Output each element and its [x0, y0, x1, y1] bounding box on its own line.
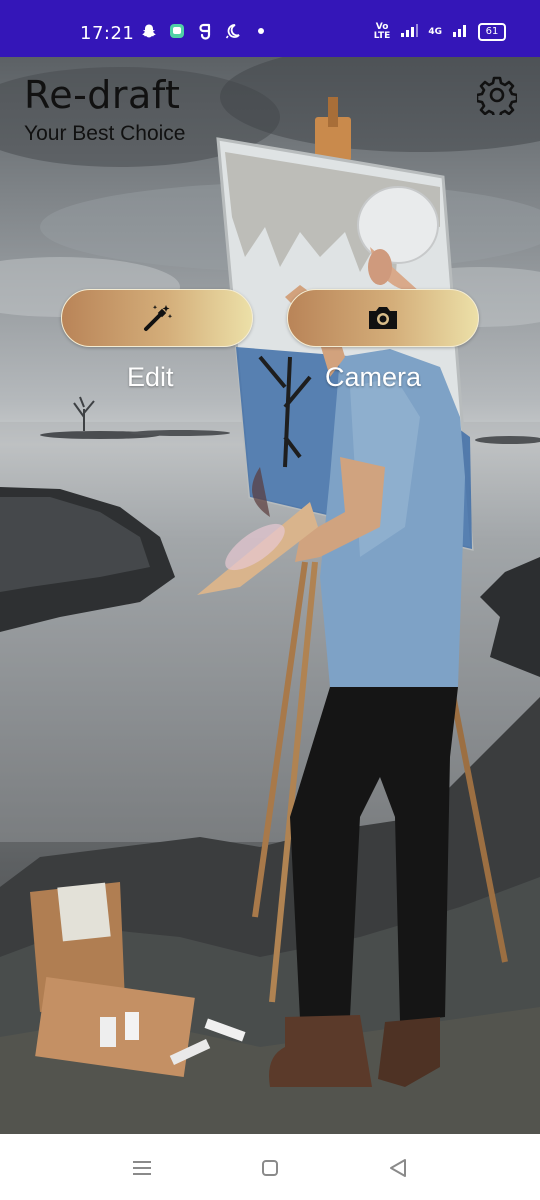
recent-apps-button[interactable]	[129, 1155, 155, 1181]
back-icon	[390, 1159, 406, 1177]
navigation-bar	[0, 1134, 540, 1200]
menu-icon	[133, 1161, 151, 1175]
snapchat-icon	[140, 22, 158, 40]
signal-icon	[400, 22, 419, 41]
edit-button[interactable]	[61, 289, 253, 347]
background-image	[0, 57, 540, 1134]
status-time: 17:21	[80, 23, 135, 44]
magic-wand-icon	[144, 305, 173, 331]
dot-icon	[252, 22, 270, 40]
signal-icon-2	[452, 22, 468, 41]
battery-indicator: 61	[478, 22, 506, 41]
back-button[interactable]	[385, 1155, 411, 1181]
moon-icon	[224, 22, 242, 40]
notification-icons	[140, 22, 270, 40]
artist-painting-scene	[0, 57, 540, 1134]
volte-indicator: Vo LTE	[373, 21, 391, 41]
messages-icon	[168, 22, 186, 40]
app-title: Re-draft	[24, 73, 181, 117]
settings-button[interactable]	[474, 72, 520, 118]
home-icon	[262, 1160, 278, 1176]
camera-label[interactable]: Camera	[325, 362, 421, 393]
edit-label[interactable]: Edit	[127, 362, 174, 393]
gear-icon	[477, 76, 517, 115]
camera-icon	[369, 307, 397, 329]
status-bar: 17:21 Vo LTE 4G 61	[0, 0, 540, 57]
home-button[interactable]	[257, 1155, 283, 1181]
app-subtitle: Your Best Choice	[24, 122, 186, 145]
camera-button[interactable]	[287, 289, 479, 347]
system-icons: Vo LTE 4G 61	[374, 22, 506, 41]
g-icon	[196, 22, 214, 40]
network-type: 4G	[428, 26, 442, 37]
